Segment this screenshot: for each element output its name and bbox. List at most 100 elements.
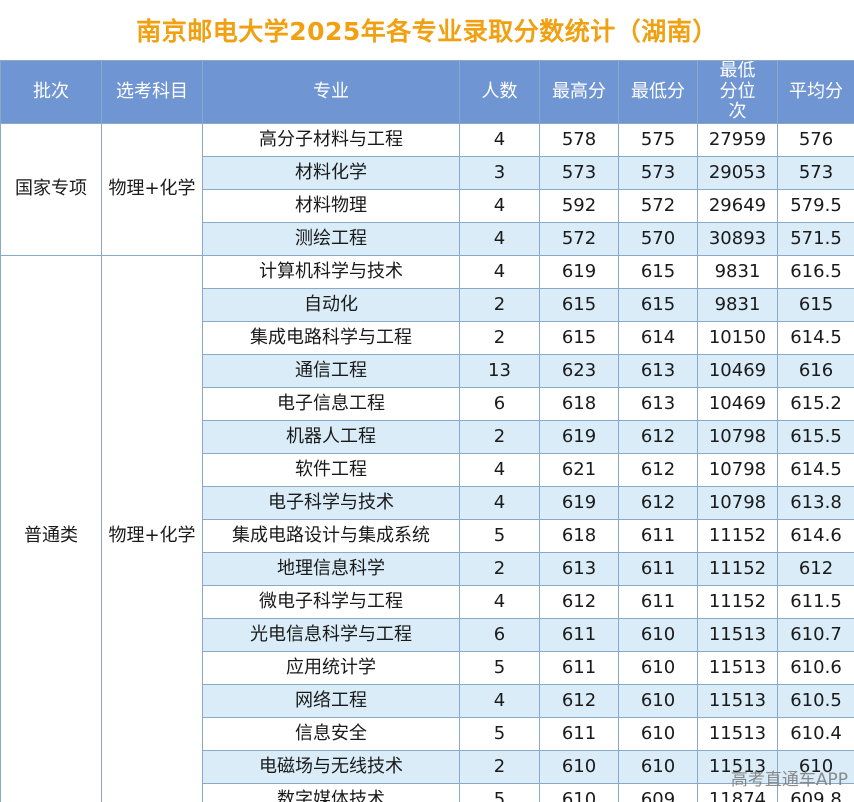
max-score-cell: 592 <box>539 189 619 224</box>
count-cell: 5 <box>459 783 540 802</box>
min-score-cell: 614 <box>618 321 698 356</box>
subject-cell: 物理+化学 <box>101 255 203 802</box>
major-cell: 微电子科学与工程 <box>202 585 460 620</box>
max-score-cell: 610 <box>539 750 619 785</box>
count-cell: 2 <box>459 288 540 323</box>
table-header-row: 批次 选考科目 专业 人数 最高分 最低分 最低分位次 平均分 <box>0 59 854 125</box>
min-score-cell: 610 <box>618 750 698 785</box>
min-score-cell: 610 <box>618 684 698 719</box>
max-score-cell: 613 <box>539 552 619 587</box>
count-cell: 4 <box>459 222 540 257</box>
count-cell: 4 <box>459 255 540 290</box>
avg-score-cell: 611.5 <box>777 585 854 620</box>
avg-score-cell: 610.6 <box>777 651 854 686</box>
count-cell: 5 <box>459 717 540 752</box>
major-cell: 高分子材料与工程 <box>202 123 460 158</box>
min-score-cell: 612 <box>618 420 698 455</box>
count-cell: 5 <box>459 651 540 686</box>
min-score-cell: 613 <box>618 387 698 422</box>
count-cell: 2 <box>459 750 540 785</box>
max-score-cell: 615 <box>539 288 619 323</box>
min-rank-cell: 11513 <box>697 651 778 686</box>
min-score-cell: 611 <box>618 552 698 587</box>
count-cell: 4 <box>459 189 540 224</box>
min-score-cell: 613 <box>618 354 698 389</box>
avg-score-cell: 614.5 <box>777 453 854 488</box>
max-score-cell: 619 <box>539 255 619 290</box>
min-rank-cell: 9831 <box>697 288 778 323</box>
max-score-cell: 573 <box>539 156 619 191</box>
max-score-cell: 572 <box>539 222 619 257</box>
min-rank-cell: 29053 <box>697 156 778 191</box>
max-score-cell: 578 <box>539 123 619 158</box>
min-rank-cell: 10150 <box>697 321 778 356</box>
major-cell: 软件工程 <box>202 453 460 488</box>
header-min-score: 最低分 <box>618 59 698 125</box>
major-cell: 地理信息科学 <box>202 552 460 587</box>
major-cell: 集成电路设计与集成系统 <box>202 519 460 554</box>
avg-score-cell: 616 <box>777 354 854 389</box>
min-rank-cell: 29649 <box>697 189 778 224</box>
count-cell: 4 <box>459 585 540 620</box>
major-cell: 集成电路科学与工程 <box>202 321 460 356</box>
header-count: 人数 <box>459 59 540 125</box>
subject-cell: 物理+化学 <box>101 123 203 257</box>
major-cell: 信息安全 <box>202 717 460 752</box>
max-score-cell: 611 <box>539 717 619 752</box>
major-cell: 电磁场与无线技术 <box>202 750 460 785</box>
max-score-cell: 619 <box>539 420 619 455</box>
min-score-cell: 612 <box>618 453 698 488</box>
major-cell: 数字媒体技术 <box>202 783 460 802</box>
major-cell: 机器人工程 <box>202 420 460 455</box>
min-score-cell: 570 <box>618 222 698 257</box>
avg-score-cell: 579.5 <box>777 189 854 224</box>
avg-score-cell: 616.5 <box>777 255 854 290</box>
max-score-cell: 610 <box>539 783 619 802</box>
min-score-cell: 573 <box>618 156 698 191</box>
max-score-cell: 623 <box>539 354 619 389</box>
major-cell: 计算机科学与技术 <box>202 255 460 290</box>
avg-score-cell: 615.5 <box>777 420 854 455</box>
count-cell: 4 <box>459 453 540 488</box>
major-cell: 自动化 <box>202 288 460 323</box>
avg-score-cell: 614.6 <box>777 519 854 554</box>
header-batch: 批次 <box>0 59 102 125</box>
major-cell: 应用统计学 <box>202 651 460 686</box>
max-score-cell: 621 <box>539 453 619 488</box>
avg-score-cell: 612 <box>777 552 854 587</box>
table-row: 普通类 物理+化学 计算机科学与技术 4 619 615 9831 616.5 <box>0 255 854 802</box>
major-cell: 材料物理 <box>202 189 460 224</box>
count-cell: 4 <box>459 486 540 521</box>
count-cell: 2 <box>459 420 540 455</box>
max-score-cell: 612 <box>539 684 619 719</box>
count-cell: 2 <box>459 552 540 587</box>
min-score-cell: 615 <box>618 255 698 290</box>
min-rank-cell: 9831 <box>697 255 778 290</box>
min-rank-cell: 10469 <box>697 387 778 422</box>
min-score-cell: 610 <box>618 618 698 653</box>
watermark-text: 高考直通车APP <box>730 770 848 790</box>
count-cell: 4 <box>459 684 540 719</box>
count-cell: 4 <box>459 123 540 158</box>
min-score-cell: 572 <box>618 189 698 224</box>
min-rank-cell: 11152 <box>697 519 778 554</box>
min-score-cell: 609 <box>618 783 698 802</box>
major-cell: 光电信息科学与工程 <box>202 618 460 653</box>
avg-score-cell: 573 <box>777 156 854 191</box>
min-rank-cell: 27959 <box>697 123 778 158</box>
min-score-cell: 611 <box>618 585 698 620</box>
batch-cell: 国家专项 <box>0 123 102 257</box>
min-rank-cell: 11152 <box>697 585 778 620</box>
avg-score-cell: 576 <box>777 123 854 158</box>
max-score-cell: 615 <box>539 321 619 356</box>
page-title: 南京邮电大学2025年各专业录取分数统计（湖南） <box>0 0 854 60</box>
count-cell: 6 <box>459 618 540 653</box>
avg-score-cell: 571.5 <box>777 222 854 257</box>
header-avg-score: 平均分 <box>777 59 854 125</box>
count-cell: 6 <box>459 387 540 422</box>
min-score-cell: 610 <box>618 651 698 686</box>
major-cell: 材料化学 <box>202 156 460 191</box>
min-rank-cell: 10798 <box>697 453 778 488</box>
max-score-cell: 612 <box>539 585 619 620</box>
major-cell: 电子信息工程 <box>202 387 460 422</box>
